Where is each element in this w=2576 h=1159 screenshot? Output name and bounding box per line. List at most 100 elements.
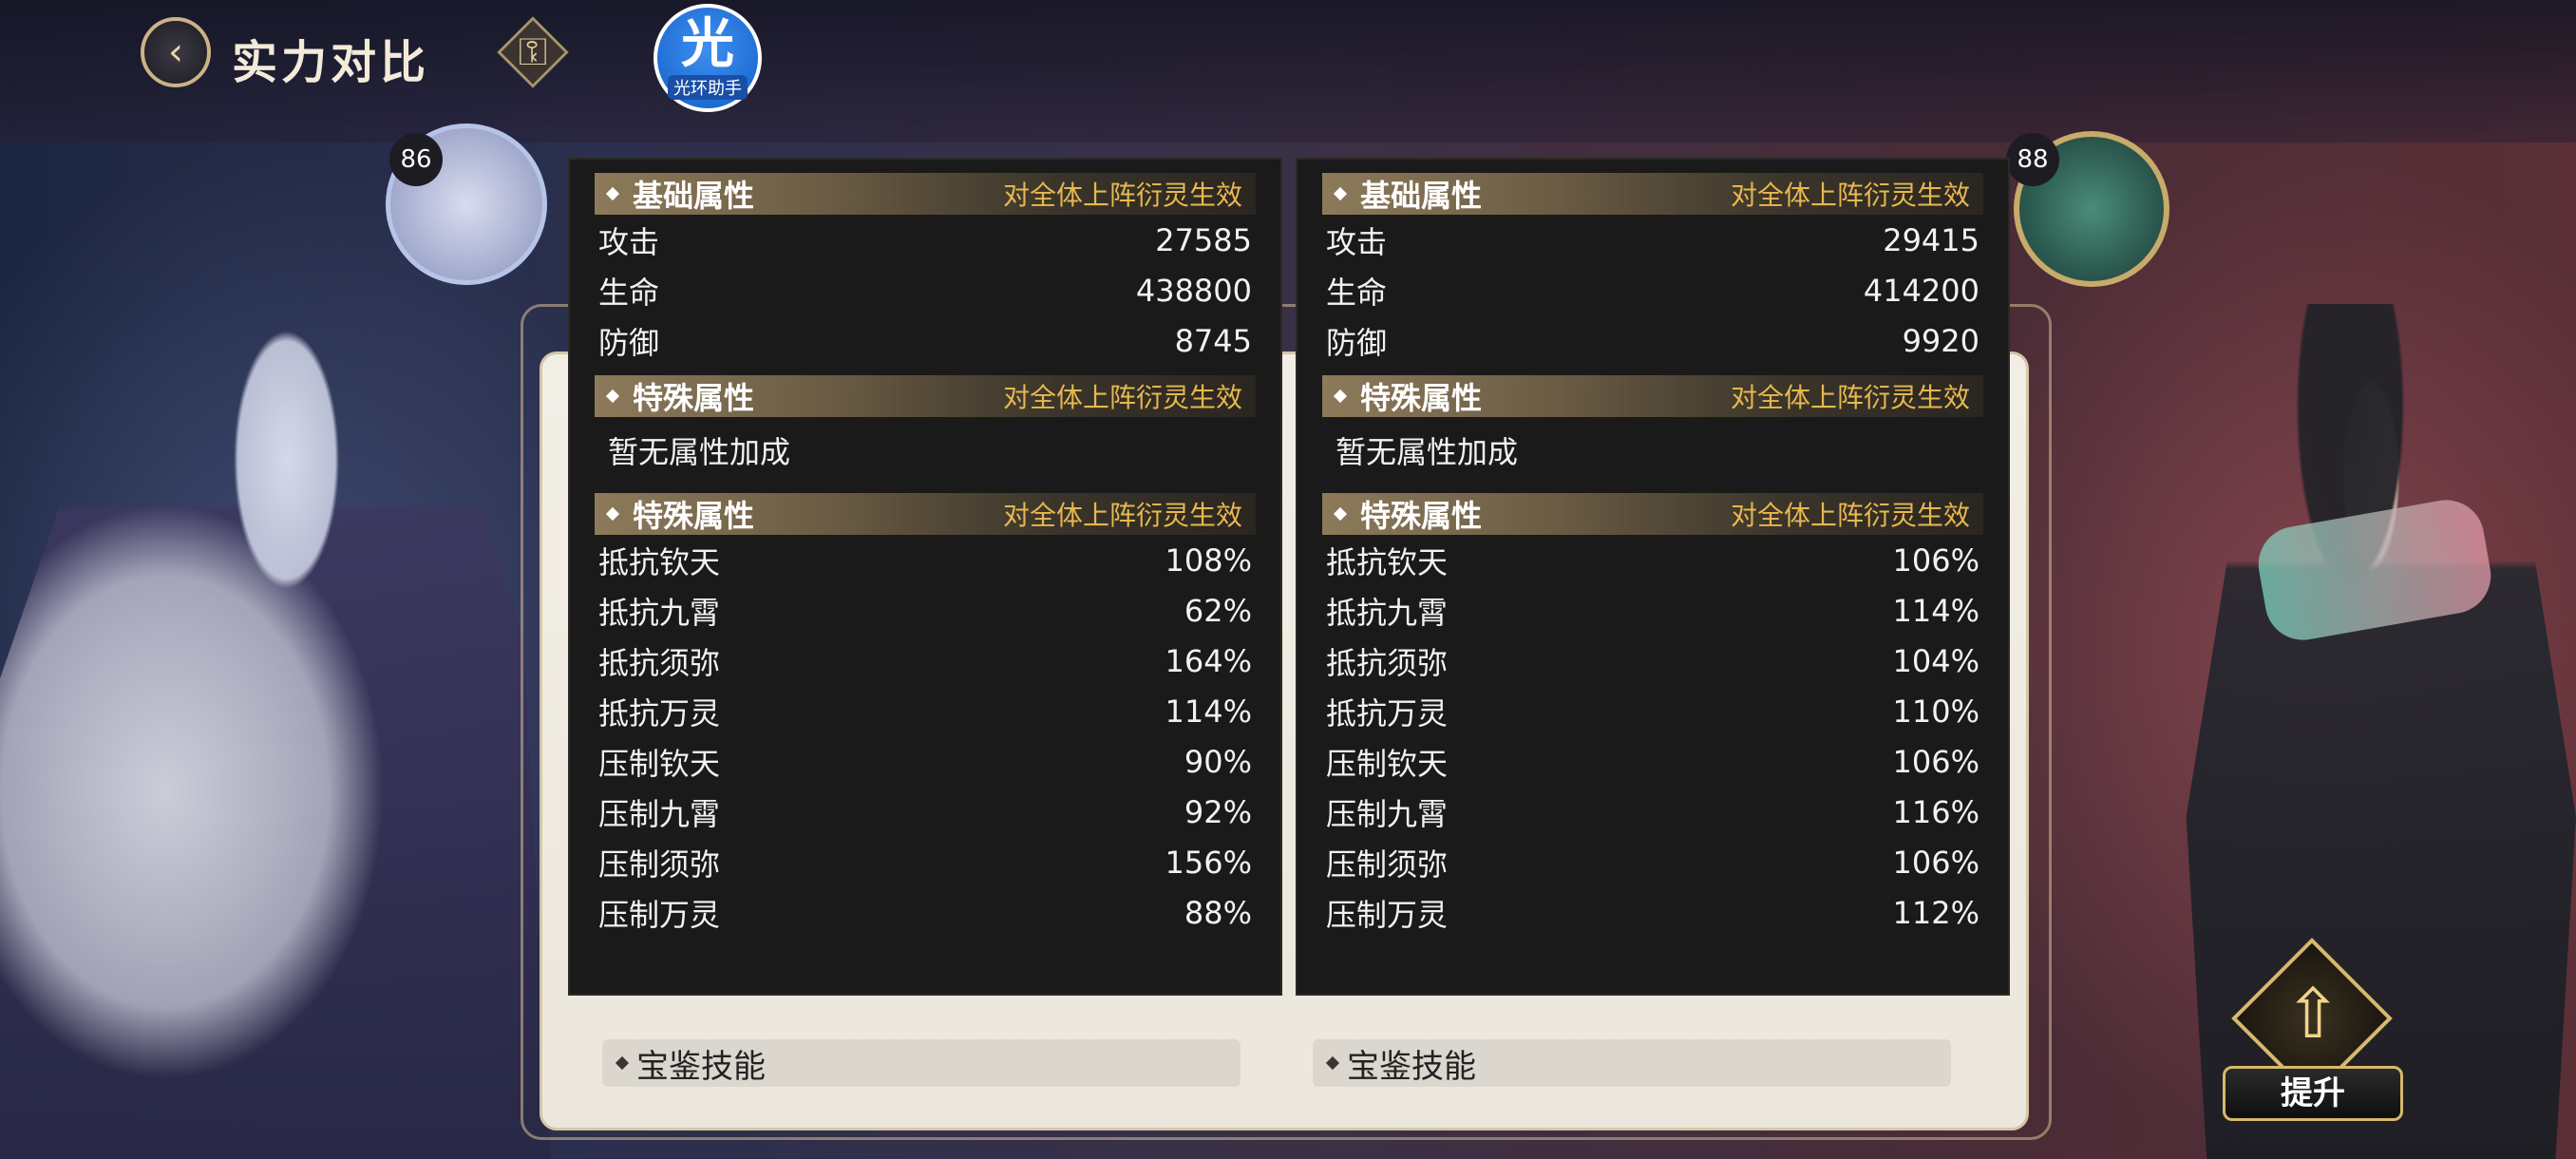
helper-badge[interactable]: 光 光环助手	[653, 4, 762, 112]
stat-row: 攻击 27585	[598, 215, 1252, 265]
stat-label: 抵抗须弥	[1326, 644, 1449, 681]
stat-value: 92%	[1184, 793, 1252, 830]
diamond-icon	[1333, 389, 1348, 404]
double-up-arrow-icon: ⇧	[2283, 974, 2342, 1054]
right-skill-bar[interactable]: 宝鉴技能	[1313, 1039, 1951, 1087]
stat-row: 抵抗九霄 114%	[1326, 585, 1979, 636]
stat-row: 压制须弥 106%	[1326, 837, 1979, 887]
stat-label: 抵抗万灵	[1326, 694, 1449, 732]
left-stats-panel: 基础属性 对全体上阵衍灵生效 攻击 27585 生命 438800 防御 8745 特…	[570, 160, 1280, 994]
stat-label: 生命	[598, 274, 660, 311]
section-title: 特殊属性	[633, 380, 755, 416]
stat-row: 压制万灵 88%	[598, 887, 1252, 938]
section-title: 基础属性	[1360, 178, 1483, 214]
stat-label: 压制万灵	[1326, 896, 1449, 933]
stat-value: 9920	[1902, 322, 1979, 359]
stat-value: 438800	[1135, 272, 1252, 309]
stat-label: 压制九霄	[1326, 795, 1449, 832]
basic-attributes-header: 基础属性 对全体上阵衍灵生效	[595, 173, 1256, 215]
right-stats-panel: 基础属性 对全体上阵衍灵生效 攻击 29415 生命 414200 防御 9920 特…	[1297, 160, 2008, 994]
keyhole-icon: ⚿	[518, 30, 548, 74]
back-button[interactable]: ‹	[141, 17, 211, 87]
stat-label: 抵抗钦天	[598, 543, 721, 580]
stat-label: 抵抗须弥	[598, 644, 721, 681]
stat-value: 114%	[1892, 592, 1979, 629]
stat-value: 106%	[1892, 844, 1979, 881]
section-note: 对全体上阵衍灵生效	[1730, 382, 1970, 413]
stat-row: 抵抗钦天 106%	[1326, 535, 1979, 585]
left-skill-label: 宝鉴技能	[636, 1047, 766, 1086]
stat-value: 110%	[1892, 693, 1979, 730]
stat-row: 抵抗须弥 104%	[1326, 636, 1979, 686]
no-bonus-text: 暂无属性加成	[1335, 434, 1519, 470]
stat-label: 抵抗钦天	[1326, 543, 1449, 580]
back-arrow-icon: ‹	[168, 30, 183, 74]
stat-value: 27585	[1155, 221, 1252, 258]
section-note: 对全体上阵衍灵生效	[1002, 180, 1242, 211]
diamond-icon	[1333, 506, 1348, 522]
stat-value: 8745	[1174, 322, 1252, 359]
stat-row: 压制钦天 90%	[598, 736, 1252, 787]
diamond-icon	[605, 389, 620, 404]
stat-label: 防御	[598, 324, 660, 361]
page-title: 实力对比	[232, 36, 430, 89]
stat-label: 攻击	[1326, 223, 1388, 260]
stat-value: 88%	[1184, 894, 1252, 931]
stat-value: 104%	[1892, 642, 1979, 679]
helper-label: 光环助手	[668, 75, 748, 100]
left-level-badge: 86	[389, 133, 443, 186]
stat-value: 108%	[1165, 542, 1252, 579]
left-skill-bar[interactable]: 宝鉴技能	[602, 1039, 1241, 1087]
stat-label: 生命	[1326, 274, 1388, 311]
diamond-icon	[615, 1055, 630, 1071]
special-attributes-header: 特殊属性 对全体上阵衍灵生效	[595, 375, 1256, 417]
section-title: 特殊属性	[633, 498, 755, 534]
diamond-icon	[1333, 186, 1348, 201]
stat-value: 116%	[1892, 793, 1979, 830]
stat-label: 抵抗九霄	[1326, 594, 1449, 631]
no-bonus-text: 暂无属性加成	[608, 434, 791, 470]
special-attributes-header: 特殊属性 对全体上阵衍灵生效	[1322, 493, 1983, 535]
stat-value: 414200	[1863, 272, 1979, 309]
right-skill-label: 宝鉴技能	[1347, 1047, 1476, 1086]
stat-row: 抵抗须弥 164%	[598, 636, 1252, 686]
upgrade-control[interactable]: ⇧ 提升	[2223, 938, 2403, 1121]
stat-label: 压制须弥	[598, 846, 721, 883]
stat-row: 压制钦天 106%	[1326, 736, 1979, 787]
section-title: 基础属性	[633, 178, 755, 214]
stat-row: 防御 8745	[598, 315, 1252, 366]
special-attributes-header: 特殊属性 对全体上阵衍灵生效	[1322, 375, 1983, 417]
stat-row: 生命 438800	[598, 265, 1252, 315]
stat-label: 抵抗万灵	[598, 694, 721, 732]
stat-value: 106%	[1892, 743, 1979, 780]
stat-label: 压制钦天	[598, 745, 721, 782]
stat-label: 攻击	[598, 223, 660, 260]
stat-label: 压制万灵	[598, 896, 721, 933]
special-attributes-header: 特殊属性 对全体上阵衍灵生效	[595, 493, 1256, 535]
diamond-icon	[605, 506, 620, 522]
stat-value: 164%	[1165, 642, 1252, 679]
stat-label: 防御	[1326, 324, 1388, 361]
stat-row: 抵抗九霄 62%	[598, 585, 1252, 636]
section-note: 对全体上阵衍灵生效	[1002, 500, 1242, 531]
basic-attributes-header: 基础属性 对全体上阵衍灵生效	[1322, 173, 1983, 215]
stat-value: 106%	[1892, 542, 1979, 579]
section-note: 对全体上阵衍灵生效	[1730, 180, 1970, 211]
helper-char: 光	[681, 13, 734, 75]
diamond-icon	[1325, 1055, 1340, 1071]
stat-row: 抵抗钦天 108%	[598, 535, 1252, 585]
stat-row: 防御 9920	[1326, 315, 1979, 366]
section-title: 特殊属性	[1360, 498, 1483, 534]
stat-label: 抵抗九霄	[598, 594, 721, 631]
upgrade-button[interactable]: 提升	[2223, 1066, 2403, 1121]
stat-row: 压制须弥 156%	[598, 837, 1252, 887]
stat-value: 156%	[1165, 844, 1252, 881]
stat-row: 抵抗万灵 114%	[598, 686, 1252, 736]
stat-value: 62%	[1184, 592, 1252, 629]
stat-value: 112%	[1892, 894, 1979, 931]
stat-value: 114%	[1165, 693, 1252, 730]
stat-label: 压制九霄	[598, 795, 721, 832]
section-note: 对全体上阵衍灵生效	[1002, 382, 1242, 413]
section-title: 特殊属性	[1360, 380, 1483, 416]
right-level-badge: 88	[2006, 133, 2059, 186]
